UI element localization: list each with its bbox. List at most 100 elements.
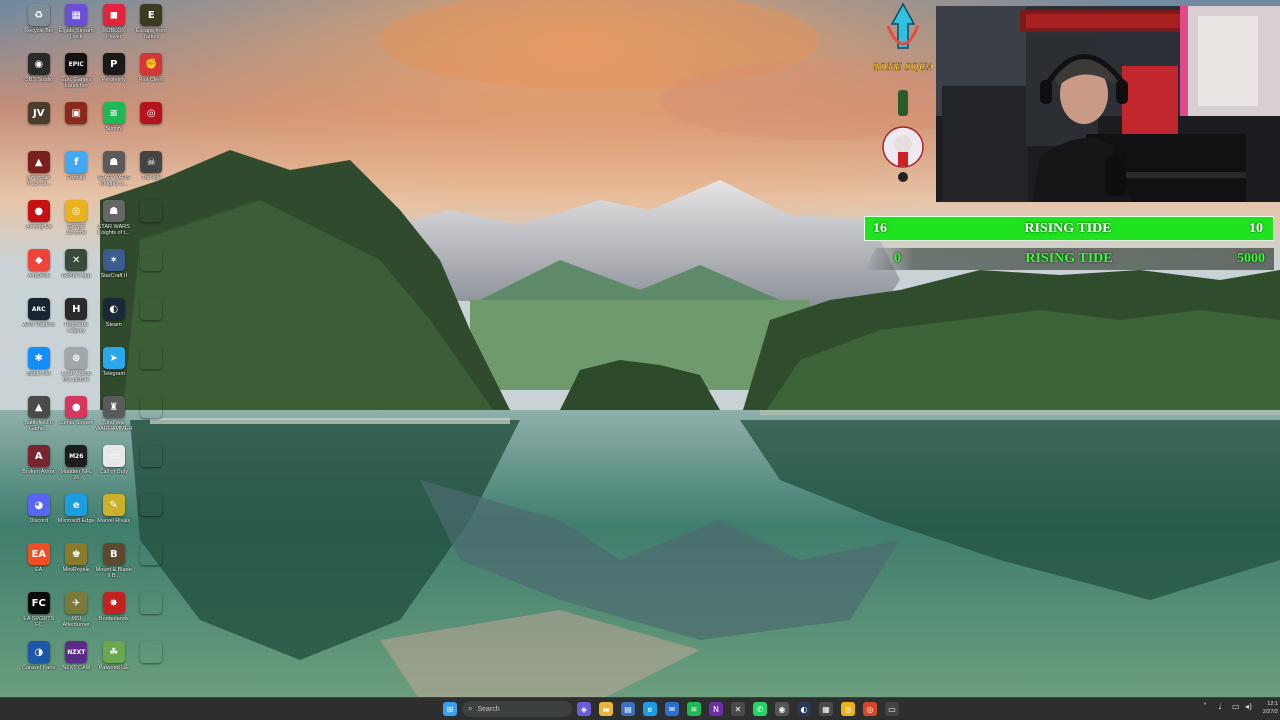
desktop-shortcut-label: The Isle — [141, 175, 162, 181]
taskbar-nzxt-icon[interactable]: N — [709, 702, 723, 716]
desktop-shortcut[interactable]: ☘ Palworld UE — [95, 637, 133, 686]
desktop-shortcut[interactable]: ● Lumia Stream — [58, 392, 96, 441]
desktop-shortcut[interactable]: ☠ The Isle — [133, 147, 171, 196]
desktop-shortcut[interactable]: ✸ Borderlands — [95, 588, 133, 637]
taskbar-mail-icon[interactable]: ✉ — [665, 702, 679, 716]
taskbar-stream-deck-icon[interactable]: ▦ — [819, 702, 833, 716]
taskbar-file-explorer-icon[interactable]: ▬ — [599, 702, 613, 716]
desktop-shortcut[interactable]: EPIC Epic Games Launcher — [58, 49, 96, 98]
goal-1-right-value: 10 — [1249, 220, 1263, 236]
desktop-shortcut[interactable]: ● Among Us — [20, 196, 58, 245]
desktop-shortcut[interactable]: ◑ Caravel Parts — [20, 637, 58, 686]
taskbar-clock[interactable]: 12:1 2/27/2 — [1258, 700, 1278, 716]
desktop-shortcut-label: Palworld UE — [98, 665, 129, 671]
desktop-shortcut[interactable]: ◕ Discord — [20, 490, 58, 539]
desktop-shortcut[interactable]: ✎ Marvel Rivals — [95, 490, 133, 539]
desktop-shortcut[interactable]: M26 Madden NFL 26 — [58, 441, 96, 490]
desktop-shortcut[interactable]: B Mount & Blade II B... — [95, 539, 133, 588]
american-truck-icon: ▲ — [27, 151, 50, 173]
taskbar-goxlr-icon[interactable]: ✕ — [731, 702, 745, 716]
desktop-shortcut[interactable]: ✱ Battle.net — [20, 343, 58, 392]
desktop-shortcut-label: American Truck Si... — [26, 175, 52, 187]
borderlands-icon: ✸ — [102, 592, 125, 614]
desktop-shortcut[interactable]: ➤ Telegram — [95, 343, 133, 392]
desktop-shortcut[interactable]: E Escape from Tarkov — [133, 0, 171, 49]
desktop-shortcut[interactable]: ▦ Elgato Stream Deck — [58, 0, 96, 49]
desktop-shortcut-label: Learn about this picture — [61, 371, 91, 383]
desktop-shortcut[interactable]: e Microsoft Edge — [58, 490, 96, 539]
obs-icon: ◉ — [27, 53, 50, 75]
taskbar-search-box[interactable]: ⌕ Search — [462, 701, 572, 717]
desktop-shortcut[interactable]: ▲ Battlefield 6 Game... — [20, 392, 58, 441]
desktop-shortcut[interactable]: H Hogwarts Legacy — [58, 294, 96, 343]
taskbar-chrome-2-icon[interactable]: ◎ — [863, 702, 877, 716]
desktop-shortcut[interactable]: ARC ARC Raiders — [20, 294, 58, 343]
desktop-shortcut[interactable]: ◉ OBS Studio — [20, 49, 58, 98]
taskbar-copilot-icon[interactable]: ◈ — [577, 702, 591, 716]
steam-icon: ◐ — [102, 298, 125, 320]
taskbar-obs-icon[interactable]: ◉ — [775, 702, 789, 716]
desktop-shortcut-label: EA SPORTS FC — [23, 616, 55, 628]
madden-icon: M26 — [65, 445, 88, 467]
desktop-shortcut[interactable]: ♚ MiniRoyale — [58, 539, 96, 588]
desktop-shortcut[interactable]: ✕ GoXLR App — [58, 245, 96, 294]
desktop-shortcut-label: Hogwarts Legacy — [64, 322, 88, 334]
starcraft-icon: ✶ — [102, 249, 125, 271]
desktop-shortcut-label: Battlefield 6 Game... — [24, 420, 54, 432]
blank-icon — [140, 543, 162, 565]
desktop-shortcut[interactable]: ◎ — [133, 98, 171, 147]
desktop-shortcut[interactable]: ♜ Total War WARHAMMER — [95, 392, 133, 441]
volume-icon[interactable]: ◂) — [1245, 702, 1252, 711]
desktop-shortcut[interactable]: A Broken Arrow — [20, 441, 58, 490]
desktop-shortcut-label: Fortnite — [66, 175, 86, 181]
taskbar-chrome-icon[interactable]: ◎ — [841, 702, 855, 716]
desktop-shortcut[interactable]: f Fortnite — [58, 147, 96, 196]
telegram-icon: ➤ — [102, 347, 125, 369]
empty-grid-slot — [133, 637, 171, 686]
desktop-shortcut[interactable]: ♻ Recycle Bin — [20, 0, 58, 49]
taskbar-window-icon[interactable]: ▭ — [885, 702, 899, 716]
desktop-shortcut[interactable]: ▭ Call of Duty — [95, 441, 133, 490]
desktop-shortcut[interactable]: ▲ American Truck Si... — [20, 147, 58, 196]
desktop-shortcut[interactable]: ✈ MSI Afterburner — [58, 588, 96, 637]
desktop-shortcut[interactable]: FC EA SPORTS FC — [20, 588, 58, 637]
empty-grid-slot — [133, 490, 171, 539]
microphone-icon[interactable]: ♩ — [1218, 702, 1222, 711]
desktop-shortcut[interactable]: ✊ Riot Client — [133, 49, 171, 98]
star-wars-2-icon: ☗ — [102, 200, 125, 222]
battlenet-icon: ✱ — [27, 347, 50, 369]
desktop-shortcut[interactable]: NZXT NZXT CAM — [58, 637, 96, 686]
desktop-shortcut[interactable]: ▣ — [58, 98, 96, 147]
desktop-shortcut[interactable]: ☗ STAR WARS Knights of t... — [95, 196, 133, 245]
desktop-shortcut[interactable]: ◎ Google Chrome — [58, 196, 96, 245]
taskbar-store-icon[interactable]: ▤ — [621, 702, 635, 716]
blank-icon — [140, 445, 162, 467]
network-icon[interactable]: ▭ — [1232, 702, 1240, 711]
desktop-shortcut-label: ROBLOX Player — [102, 28, 126, 40]
goal-1-left-value: 16 — [873, 220, 887, 236]
desktop-shortcut[interactable]: ◆ AnyDesk — [20, 245, 58, 294]
taskbar-steam-icon[interactable]: ◐ — [797, 702, 811, 716]
desktop-shortcut[interactable]: ◐ Steam — [95, 294, 133, 343]
desktop-shortcut[interactable]: ☗ STAR WARS Knights o... — [95, 147, 133, 196]
desktop-shortcut-label: Escape from Tarkov — [135, 28, 167, 40]
empty-grid-slot — [133, 245, 171, 294]
desktop-shortcut[interactable]: ≋ Spotify — [95, 98, 133, 147]
desktop-shortcut[interactable]: P Perplexity — [95, 49, 133, 98]
discord-icon: ◕ — [27, 494, 50, 516]
chevron-up-icon[interactable]: ˄ — [1203, 702, 1207, 711]
riot-client-icon: ✊ — [140, 53, 163, 75]
desktop-shortcut[interactable]: ⊗ Learn about this picture — [58, 343, 96, 392]
arc-raiders-icon: ARC — [27, 298, 50, 320]
desktop-shortcut[interactable]: EA EA — [20, 539, 58, 588]
desktop-shortcut[interactable]: ◼ ROBLOX Player — [95, 0, 133, 49]
desktop-shortcut[interactable]: ✶ StarCraft II — [95, 245, 133, 294]
taskbar-start-icon[interactable]: ⊞ — [443, 702, 457, 716]
mini-royale-icon: ♚ — [65, 543, 88, 565]
search-icon: ⌕ — [468, 704, 473, 713]
taskbar-spotify-icon[interactable]: ≋ — [687, 702, 701, 716]
taskbar-whatsapp-icon[interactable]: ✆ — [753, 702, 767, 716]
taskbar-edge-icon[interactable]: e — [643, 702, 657, 716]
desktop-shortcut-label: StarCraft II — [100, 273, 128, 279]
desktop-shortcut[interactable]: JV — [20, 98, 58, 147]
